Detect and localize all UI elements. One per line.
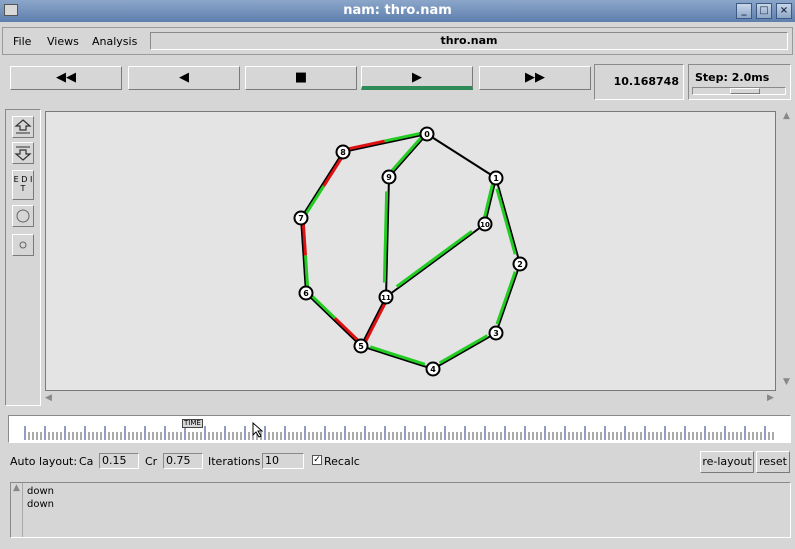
mouse-cursor-icon xyxy=(252,422,264,438)
horizontal-scrollbar[interactable]: ◀ ▶ xyxy=(45,393,778,405)
tool-sidebar: E D I T xyxy=(5,109,41,406)
log-panel: ▲ down down xyxy=(10,482,791,538)
sim-time-display: 10.168748 xyxy=(594,64,684,100)
node-2[interactable]: 2 xyxy=(512,256,528,272)
network-canvas[interactable]: 0 1 2 3 4 5 6 7 8 9 10 11 xyxy=(45,111,776,391)
link-3-4[interactable] xyxy=(432,332,497,370)
node-label: 1 xyxy=(493,174,499,183)
node-0[interactable]: 0 xyxy=(419,126,435,142)
title-bar: nam: thro.nam _ □ × xyxy=(0,0,795,22)
packet-flow-3-4 xyxy=(438,334,489,365)
step-label: Step: 2.0ms xyxy=(695,71,770,84)
link-5-6[interactable] xyxy=(305,292,362,347)
step-slider-thumb[interactable] xyxy=(730,88,760,94)
node-9[interactable]: 9 xyxy=(381,169,397,185)
vertical-scrollbar[interactable]: ▲ ▼ xyxy=(780,111,794,391)
packet-flow-1-2 xyxy=(495,188,517,255)
ca-label: Ca xyxy=(79,455,94,468)
fast-forward-button[interactable]: ▶▶ xyxy=(479,66,591,90)
log-line: down xyxy=(27,486,54,497)
node-5[interactable]: 5 xyxy=(353,338,369,354)
auto-layout-panel: Auto layout: Ca 0.15 Cr 0.75 Iterations … xyxy=(0,450,795,474)
node-1[interactable]: 1 xyxy=(488,170,504,186)
node-label: 8 xyxy=(340,148,346,157)
stop-button[interactable]: ■ xyxy=(245,66,357,90)
scroll-down-icon[interactable]: ▼ xyxy=(783,377,790,387)
menu-file[interactable]: File xyxy=(13,35,31,48)
scroll-left-icon[interactable]: ◀ xyxy=(45,393,52,403)
scroll-right-icon[interactable]: ▶ xyxy=(767,393,774,403)
link-7-8[interactable] xyxy=(300,151,344,219)
step-control: Step: 2.0ms xyxy=(688,64,791,100)
cr-input[interactable]: 0.75 xyxy=(163,453,203,469)
edit-button[interactable]: E D I T xyxy=(12,170,34,200)
node-label: 0 xyxy=(424,130,430,139)
node-4[interactable]: 4 xyxy=(425,361,441,377)
node-label: 9 xyxy=(386,173,392,182)
menu-views[interactable]: Views xyxy=(47,35,79,48)
recalc-checkbox[interactable]: ✓ xyxy=(312,455,322,465)
close-button[interactable]: × xyxy=(776,3,792,19)
menu-bar: File Views Analysis thro.nam xyxy=(2,27,793,55)
relayout-button[interactable]: re-layout xyxy=(700,451,754,473)
maximize-button[interactable]: □ xyxy=(756,3,772,19)
packet-flow-2-3 xyxy=(495,271,517,325)
log-scrollbar[interactable]: ▲ xyxy=(11,483,23,537)
node-3[interactable]: 3 xyxy=(488,325,504,341)
cr-label: Cr xyxy=(145,455,158,468)
link-2-3[interactable] xyxy=(495,263,521,334)
rewind-button[interactable]: ◀ xyxy=(128,66,240,90)
play-button[interactable]: ▶ xyxy=(361,66,473,90)
timeline-marker[interactable]: TIME xyxy=(182,419,203,428)
network-graph: 0 1 2 3 4 5 6 7 8 9 10 11 xyxy=(293,126,528,377)
network-view: 0 1 2 3 4 5 6 7 8 9 10 11 ▲ ▼ ◀ ▶ xyxy=(43,109,795,406)
iterations-input[interactable]: 10 xyxy=(262,453,304,469)
node-label: 2 xyxy=(517,260,523,269)
zoom-in-icon[interactable] xyxy=(12,116,34,138)
scroll-up-icon[interactable]: ▲ xyxy=(783,111,790,121)
packet-flow-10-11 xyxy=(395,229,473,288)
node-label: 7 xyxy=(298,214,304,223)
packet-flow-0-9 xyxy=(390,136,423,172)
node-label: 4 xyxy=(430,365,436,374)
timeline-slider[interactable]: TIME xyxy=(8,415,791,443)
node-7[interactable]: 7 xyxy=(293,210,309,226)
window-title: nam: thro.nam xyxy=(343,3,452,18)
large-node-icon[interactable] xyxy=(12,205,34,227)
node-6[interactable]: 6 xyxy=(298,285,314,301)
node-10[interactable]: 10 xyxy=(477,216,493,232)
log-scroll-up-icon[interactable]: ▲ xyxy=(13,483,20,493)
log-text: down down xyxy=(27,485,54,511)
transport-bar: ◀◀ ◀ ■ ▶ ▶▶ 10.168748 Step: 2.0ms xyxy=(2,60,793,100)
file-name-field: thro.nam xyxy=(150,32,788,50)
auto-layout-label: Auto layout: xyxy=(10,455,78,468)
log-line: down xyxy=(27,499,54,510)
packet-flow-4-5 xyxy=(369,345,426,366)
link-0-1[interactable] xyxy=(426,133,497,179)
step-slider-track[interactable] xyxy=(692,87,786,95)
ca-input[interactable]: 0.15 xyxy=(99,453,139,469)
node-label: 11 xyxy=(381,294,391,302)
fast-rewind-button[interactable]: ◀◀ xyxy=(10,66,122,90)
small-node-icon[interactable] xyxy=(12,234,34,256)
node-label: 10 xyxy=(480,221,490,229)
menu-analysis[interactable]: Analysis xyxy=(92,35,137,48)
link-5-11[interactable] xyxy=(360,296,387,347)
link-10-11[interactable] xyxy=(385,223,486,298)
nam-window: nam: thro.nam _ □ × File Views Analysis … xyxy=(0,0,795,549)
reset-button[interactable]: reset xyxy=(756,451,790,473)
packet-flow-5-11 xyxy=(364,303,387,342)
iterations-label: Iterations xyxy=(208,455,261,468)
node-8[interactable]: 8 xyxy=(335,144,351,160)
node-label: 5 xyxy=(358,342,364,351)
minimize-button[interactable]: _ xyxy=(736,3,752,19)
link-4-5[interactable] xyxy=(360,345,434,370)
node-11[interactable]: 11 xyxy=(378,289,394,305)
node-label: 3 xyxy=(493,329,499,338)
zoom-out-icon[interactable] xyxy=(12,142,34,164)
recalc-label: Recalc xyxy=(324,455,360,468)
timeline-ticks xyxy=(24,426,774,440)
node-label: 6 xyxy=(303,289,309,298)
link-1-2[interactable] xyxy=(495,177,521,265)
